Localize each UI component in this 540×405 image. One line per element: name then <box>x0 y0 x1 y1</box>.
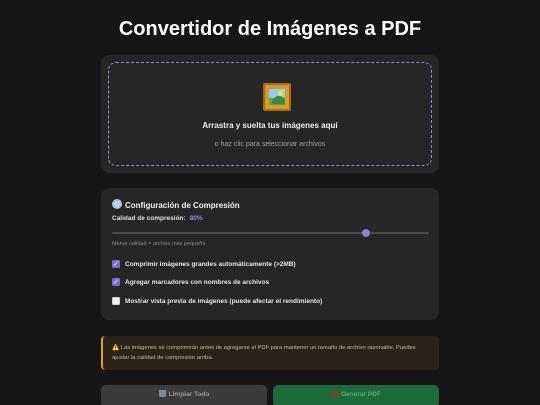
option-add-bookmarks[interactable]: ✓ Agregar marcadores con nombres de arch… <box>112 277 269 287</box>
quality-slider-track[interactable] <box>112 232 429 234</box>
framed-picture-icon <box>263 83 291 111</box>
trash-icon <box>158 390 166 397</box>
checkbox[interactable] <box>112 297 120 305</box>
quality-slider[interactable] <box>112 229 429 237</box>
generate-pdf-button[interactable]: Generar PDF <box>273 385 439 405</box>
clear-all-button[interactable]: Limpiar Todo <box>101 385 267 405</box>
option-label: Mostrar vista previa de imágenes (puede … <box>125 297 323 305</box>
dropzone-title: Arrastra y suelta tus imágenes aquí <box>202 121 338 130</box>
quality-slider-thumb[interactable] <box>361 229 370 237</box>
quality-hint: Menor calidad = archivo más pequeño <box>112 241 206 247</box>
checkbox[interactable]: ✓ <box>112 260 120 268</box>
compression-settings-heading: Configuración de Compresión <box>112 199 240 210</box>
notice-text: Las imágenes se comprimirán antes de agr… <box>112 345 416 361</box>
gear-icon <box>112 199 122 209</box>
checkbox[interactable]: ✓ <box>112 278 120 286</box>
compression-settings-panel: Configuración de Compresión Calidad de c… <box>101 188 439 320</box>
quality-label-row: Calidad de compresión: 80% <box>112 215 203 222</box>
dropzone[interactable]: Arrastra y suelta tus imágenes aquí o ha… <box>108 62 432 166</box>
option-compress-large[interactable]: ✓ Comprimir imágenes grandes automáticam… <box>112 259 296 269</box>
option-show-preview[interactable]: Mostrar vista previa de imágenes (puede … <box>112 296 322 306</box>
compression-settings-title: Configuración de Compresión <box>125 201 240 210</box>
dropzone-subtitle: o haz clic para seleccionar archivos <box>214 141 326 148</box>
pdf-icon <box>331 390 339 397</box>
warning-icon: ⚠️ <box>112 345 120 351</box>
page-title: Convertidor de Imágenes a PDF <box>118 18 422 40</box>
quality-label: Calidad de compresión: <box>112 215 186 222</box>
clear-all-label: Limpiar Todo <box>168 391 210 398</box>
upload-panel: Arrastra y suelta tus imágenes aquí o ha… <box>101 55 439 173</box>
quality-value: 80% <box>189 215 203 222</box>
option-label: Agregar marcadores con nombres de archiv… <box>125 278 270 286</box>
generate-pdf-label: Generar PDF <box>341 391 381 398</box>
option-label: Comprimir imágenes grandes automáticamen… <box>125 260 296 268</box>
compression-notice: ⚠️ Las imágenes se comprimirán antes de … <box>101 336 439 370</box>
